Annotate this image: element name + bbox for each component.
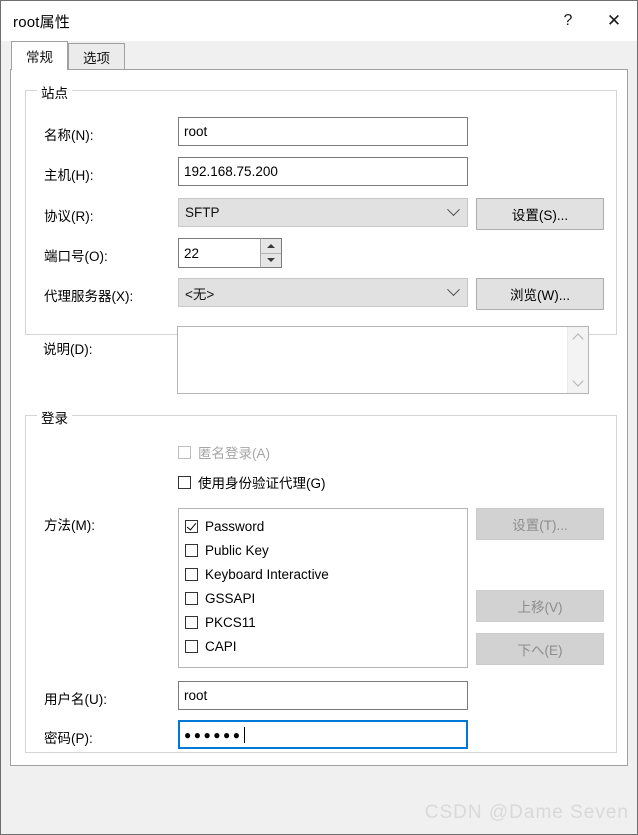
- method-settings-button: 设置(T)...: [476, 508, 604, 540]
- method-settings-label: 设置(T)...: [512, 518, 568, 533]
- method-listbox[interactable]: Password Public Key Keyboard Interactive…: [178, 508, 468, 668]
- password-input[interactable]: ●●●●●●: [178, 720, 468, 749]
- site-group-title: 站点: [37, 82, 72, 102]
- close-icon[interactable]: ✕: [591, 1, 637, 41]
- protocol-label: 协议(R):: [44, 209, 94, 224]
- method-label-gssapi: GSSAPI: [205, 590, 256, 606]
- checkbox-box[interactable]: [185, 519, 198, 533]
- checkbox-box[interactable]: [185, 591, 198, 605]
- list-item[interactable]: CAPI: [185, 634, 467, 658]
- move-up-button: 上移(V): [476, 590, 604, 622]
- login-group: 登录 匿名登录(A) 使用身份验证代理(G) 方法(M): Password P…: [25, 407, 617, 753]
- checkbox-box[interactable]: [185, 543, 198, 557]
- move-down-label: 下へ(E): [517, 643, 563, 658]
- spin-up-icon[interactable]: [261, 239, 281, 253]
- use-auth-agent-checkbox[interactable]: 使用身份验证代理(G): [178, 472, 326, 492]
- spin-down-icon[interactable]: [261, 252, 281, 268]
- list-item[interactable]: Password: [185, 514, 467, 538]
- description-textarea[interactable]: [177, 326, 589, 394]
- tab-general[interactable]: 常规: [11, 41, 68, 70]
- move-up-label: 上移(V): [517, 600, 563, 615]
- watermark: CSDN @Dame Seven: [424, 802, 629, 823]
- properties-dialog: root属性 ? ✕ 常规 选项 站点 名称(N): root 主机(H): 1…: [0, 0, 638, 835]
- list-item[interactable]: PKCS11: [185, 610, 467, 634]
- protocol-select[interactable]: SFTP: [178, 198, 468, 227]
- window-title: root属性: [13, 13, 71, 31]
- title-bar: root属性 ? ✕: [1, 1, 637, 41]
- name-input-value: root: [184, 124, 208, 139]
- checkbox-box[interactable]: [185, 567, 198, 581]
- list-item[interactable]: Public Key: [185, 538, 467, 562]
- method-label-capi: CAPI: [205, 638, 237, 654]
- tab-options[interactable]: 选项: [68, 43, 125, 70]
- proxy-browse-label: 浏览(W)...: [510, 288, 570, 303]
- name-input[interactable]: root: [178, 117, 468, 146]
- description-scrollbar[interactable]: [567, 327, 588, 393]
- username-input[interactable]: root: [178, 681, 468, 710]
- checkbox-box: [178, 445, 191, 459]
- protocol-settings-button[interactable]: 设置(S)...: [476, 198, 604, 230]
- username-input-value: root: [184, 688, 208, 703]
- proxy-browse-button[interactable]: 浏览(W)...: [476, 278, 604, 310]
- anonymous-login-label: 匿名登录(A): [198, 446, 270, 461]
- port-input-value: 22: [184, 245, 200, 261]
- tab-general-label: 常规: [26, 50, 53, 65]
- dialog-footer: 连接 确定 取消 CSDN @Dame Seven: [1, 766, 637, 834]
- method-label-keyboard-interactive: Keyboard Interactive: [205, 566, 329, 582]
- login-group-title: 登录: [37, 407, 72, 427]
- host-input[interactable]: 192.168.75.200: [178, 157, 468, 186]
- password-label: 密码(P):: [44, 731, 93, 746]
- list-item[interactable]: Keyboard Interactive: [185, 562, 467, 586]
- username-label: 用户名(U):: [44, 692, 107, 707]
- title-bar-buttons: ? ✕: [545, 1, 637, 41]
- chevron-down-icon: [439, 279, 467, 306]
- tab-options-label: 选项: [83, 51, 110, 66]
- port-stepper[interactable]: 22: [178, 238, 282, 268]
- host-input-value: 192.168.75.200: [184, 164, 278, 179]
- list-item[interactable]: GSSAPI: [185, 586, 467, 610]
- method-label-public-key: Public Key: [205, 542, 269, 558]
- tab-strip: 常规 选项: [1, 41, 637, 70]
- checkbox-box[interactable]: [185, 639, 198, 653]
- use-auth-agent-label: 使用身份验证代理(G): [198, 476, 326, 491]
- checkbox-box: [178, 475, 191, 489]
- anonymous-login-checkbox: 匿名登录(A): [178, 442, 270, 462]
- proxy-select[interactable]: <无>: [178, 278, 468, 307]
- move-down-button: 下へ(E): [476, 633, 604, 665]
- text-caret: [243, 726, 245, 743]
- method-label-pkcs11: PKCS11: [205, 614, 256, 630]
- protocol-select-value: SFTP: [185, 205, 220, 220]
- checkbox-box[interactable]: [185, 615, 198, 629]
- chevron-down-icon: [439, 199, 467, 226]
- scroll-down-icon[interactable]: [572, 375, 584, 387]
- protocol-settings-label: 设置(S)...: [511, 208, 569, 223]
- site-group: 站点 名称(N): root 主机(H): 192.168.75.200 协议(…: [25, 82, 617, 335]
- tab-content-panel: 站点 名称(N): root 主机(H): 192.168.75.200 协议(…: [10, 69, 628, 766]
- proxy-label: 代理服务器(X):: [44, 289, 134, 304]
- method-label-password: Password: [205, 518, 265, 534]
- description-label: 说明(D):: [43, 342, 93, 357]
- scroll-up-icon[interactable]: [572, 333, 584, 345]
- help-icon[interactable]: ?: [545, 1, 591, 41]
- description-textarea-value: [178, 327, 588, 333]
- method-label: 方法(M):: [44, 518, 95, 533]
- host-label: 主机(H):: [44, 168, 94, 183]
- port-spin-buttons: [260, 238, 282, 268]
- proxy-select-value: <无>: [185, 286, 215, 302]
- password-input-value: ●●●●●●: [184, 727, 243, 742]
- port-label: 端口号(O):: [44, 249, 108, 264]
- name-label: 名称(N):: [44, 128, 94, 143]
